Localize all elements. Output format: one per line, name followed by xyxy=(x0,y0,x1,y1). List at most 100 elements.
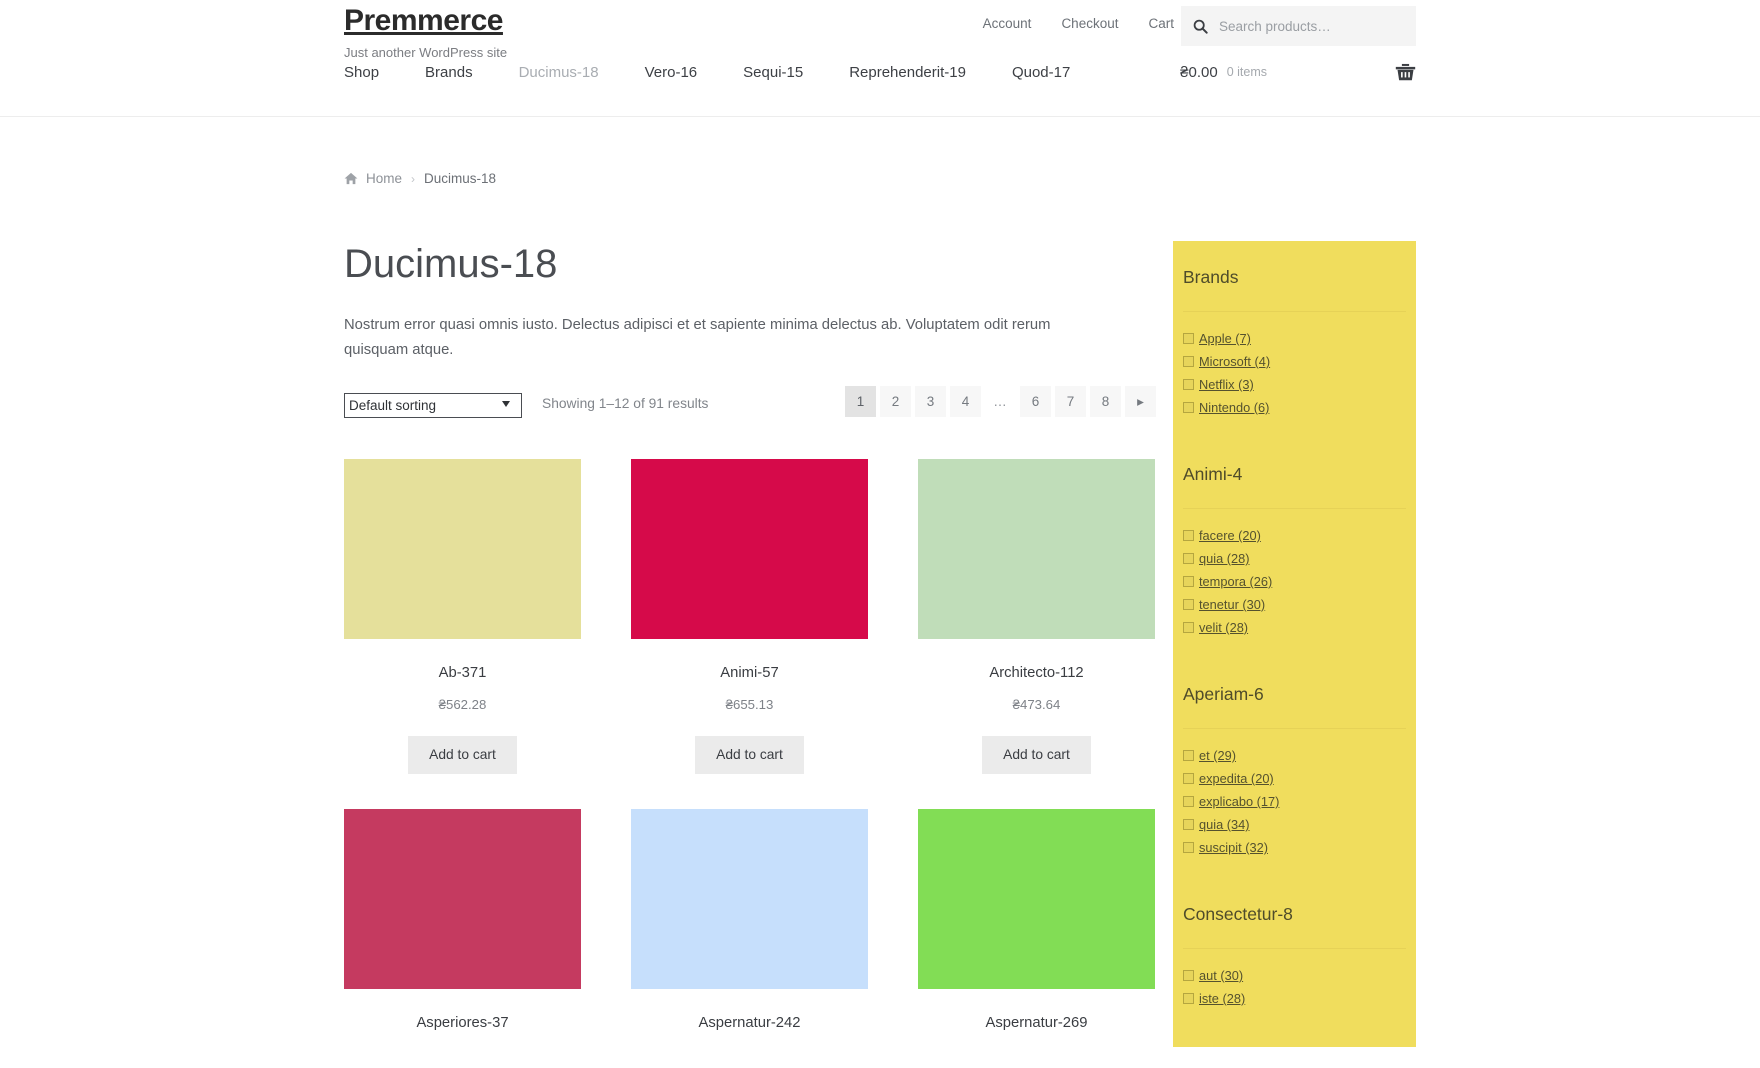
pagination-next-icon[interactable]: ▸ xyxy=(1125,386,1156,417)
checkbox-icon[interactable] xyxy=(1183,576,1194,587)
nav-account[interactable]: Account xyxy=(983,16,1032,31)
nav-item-vero-16[interactable]: Vero-16 xyxy=(645,64,698,81)
filter-item[interactable]: aut (30) xyxy=(1183,967,1406,984)
filter-link[interactable]: quia (28) xyxy=(1199,550,1250,567)
filter-link[interactable]: facere (20) xyxy=(1199,527,1261,544)
filter-link[interactable]: quia (34) xyxy=(1199,816,1250,833)
sorting-select[interactable]: Default sortingSort by popularitySort by… xyxy=(344,393,522,418)
result-count: Showing 1–12 of 91 results xyxy=(542,396,709,411)
pagination-page-8[interactable]: 8 xyxy=(1090,386,1121,417)
filter-item[interactable]: Nintendo (6) xyxy=(1183,399,1406,416)
widget-animi-4: Animi-4 facere (20) quia (28) tempora (2… xyxy=(1173,456,1416,676)
nav-checkout[interactable]: Checkout xyxy=(1061,16,1118,31)
breadcrumb-home-link[interactable]: Home xyxy=(366,171,402,186)
product-card[interactable]: Aspernatur-269 xyxy=(918,809,1155,1033)
pagination: 1 2 3 4 … 6 7 8 ▸ xyxy=(845,386,1156,417)
filter-link[interactable]: Apple (7) xyxy=(1199,330,1251,347)
product-card[interactable]: Animi-57 ₴655.13 Add to cart xyxy=(631,459,868,774)
checkbox-icon[interactable] xyxy=(1183,553,1194,564)
filter-link[interactable]: velit (28) xyxy=(1199,619,1248,636)
add-to-cart-button[interactable]: Add to cart xyxy=(982,736,1091,774)
product-card[interactable]: Ab-371 ₴562.28 Add to cart xyxy=(344,459,581,774)
shopping-basket-icon[interactable] xyxy=(1395,63,1416,82)
filter-link[interactable]: iste (28) xyxy=(1199,990,1245,1007)
filter-item[interactable]: expedita (20) xyxy=(1183,770,1406,787)
pagination-page-4[interactable]: 4 xyxy=(950,386,981,417)
pagination-page-3[interactable]: 3 xyxy=(915,386,946,417)
nav-item-sequi-15[interactable]: Sequi-15 xyxy=(743,64,803,81)
site-title[interactable]: Premmerce xyxy=(344,4,503,37)
checkbox-icon[interactable] xyxy=(1183,773,1194,784)
filter-link[interactable]: explicabo (17) xyxy=(1199,793,1279,810)
product-thumbnail[interactable] xyxy=(631,459,868,639)
checkbox-icon[interactable] xyxy=(1183,819,1194,830)
checkbox-icon[interactable] xyxy=(1183,750,1194,761)
filter-item[interactable]: Netflix (3) xyxy=(1183,376,1406,393)
checkbox-icon[interactable] xyxy=(1183,970,1194,981)
checkbox-icon[interactable] xyxy=(1183,842,1194,853)
product-search-form[interactable] xyxy=(1181,6,1416,46)
product-card[interactable]: Architecto-112 ₴473.64 Add to cart xyxy=(918,459,1155,774)
product-thumbnail[interactable] xyxy=(918,809,1155,989)
checkbox-icon[interactable] xyxy=(1183,402,1194,413)
filter-item[interactable]: explicabo (17) xyxy=(1183,793,1406,810)
filter-link[interactable]: suscipit (32) xyxy=(1199,839,1268,856)
pagination-page-1[interactable]: 1 xyxy=(845,386,876,417)
checkbox-icon[interactable] xyxy=(1183,599,1194,610)
filter-item[interactable]: et (29) xyxy=(1183,747,1406,764)
checkbox-icon[interactable] xyxy=(1183,379,1194,390)
checkbox-icon[interactable] xyxy=(1183,530,1194,541)
category-description: Nostrum error quasi omnis iusto. Delectu… xyxy=(344,317,1051,358)
filter-item[interactable]: facere (20) xyxy=(1183,527,1406,544)
widget-divider xyxy=(1183,728,1406,729)
pagination-page-6[interactable]: 6 xyxy=(1020,386,1051,417)
filter-item[interactable]: suscipit (32) xyxy=(1183,839,1406,856)
product-card[interactable]: Asperiores-37 xyxy=(344,809,581,1033)
filter-item[interactable]: velit (28) xyxy=(1183,619,1406,636)
filter-list: facere (20) quia (28) tempora (26) tenet… xyxy=(1183,527,1406,676)
filter-link[interactable]: tempora (26) xyxy=(1199,573,1272,590)
filter-item[interactable]: quia (34) xyxy=(1183,816,1406,833)
filter-link[interactable]: aut (30) xyxy=(1199,967,1243,984)
product-title: Aspernatur-269 xyxy=(985,1015,1088,1031)
product-thumbnail[interactable] xyxy=(631,809,868,989)
breadcrumb: Home › Ducimus-18 xyxy=(344,148,1416,186)
filter-link[interactable]: Nintendo (6) xyxy=(1199,399,1269,416)
product-title: Aspernatur-242 xyxy=(698,1015,801,1031)
nav-cart[interactable]: Cart xyxy=(1148,16,1174,31)
filter-link[interactable]: et (29) xyxy=(1199,747,1236,764)
add-to-cart-button[interactable]: Add to cart xyxy=(695,736,804,774)
nav-item-reprehenderit-19[interactable]: Reprehenderit-19 xyxy=(849,64,966,81)
nav-item-shop[interactable]: Shop xyxy=(344,64,379,81)
filter-item[interactable]: quia (28) xyxy=(1183,550,1406,567)
checkbox-icon[interactable] xyxy=(1183,796,1194,807)
filter-link[interactable]: tenetur (30) xyxy=(1199,596,1265,613)
page-root: Premmerce Just another WordPress site Ac… xyxy=(0,0,1760,1068)
filter-item[interactable]: iste (28) xyxy=(1183,990,1406,1007)
product-thumbnail[interactable] xyxy=(344,809,581,989)
nav-item-ducimus-18[interactable]: Ducimus-18 xyxy=(519,64,599,81)
widget-title: Brands xyxy=(1183,267,1239,287)
nav-item-brands[interactable]: Brands xyxy=(425,64,473,81)
pagination-page-2[interactable]: 2 xyxy=(880,386,911,417)
filter-item[interactable]: tenetur (30) xyxy=(1183,596,1406,613)
filter-link[interactable]: expedita (20) xyxy=(1199,770,1274,787)
pagination-page-7[interactable]: 7 xyxy=(1055,386,1086,417)
filter-link[interactable]: Microsoft (4) xyxy=(1199,353,1270,370)
filter-item[interactable]: tempora (26) xyxy=(1183,573,1406,590)
add-to-cart-button[interactable]: Add to cart xyxy=(408,736,517,774)
product-thumbnail[interactable] xyxy=(344,459,581,639)
main-content: Ducimus-18 Nostrum error quasi omnis ius… xyxy=(344,241,1156,1068)
search-input[interactable] xyxy=(1217,17,1404,35)
filter-item[interactable]: Microsoft (4) xyxy=(1183,353,1406,370)
checkbox-icon[interactable] xyxy=(1183,333,1194,344)
filter-item[interactable]: Apple (7) xyxy=(1183,330,1406,347)
filter-link[interactable]: Netflix (3) xyxy=(1199,376,1254,393)
checkbox-icon[interactable] xyxy=(1183,993,1194,1004)
checkbox-icon[interactable] xyxy=(1183,622,1194,633)
product-card[interactable]: Aspernatur-242 xyxy=(631,809,868,1033)
product-thumbnail[interactable] xyxy=(918,459,1155,639)
nav-item-quod-17[interactable]: Quod-17 xyxy=(1012,64,1070,81)
cart-summary[interactable]: ₴0.00 0 items xyxy=(1180,50,1416,94)
checkbox-icon[interactable] xyxy=(1183,356,1194,367)
